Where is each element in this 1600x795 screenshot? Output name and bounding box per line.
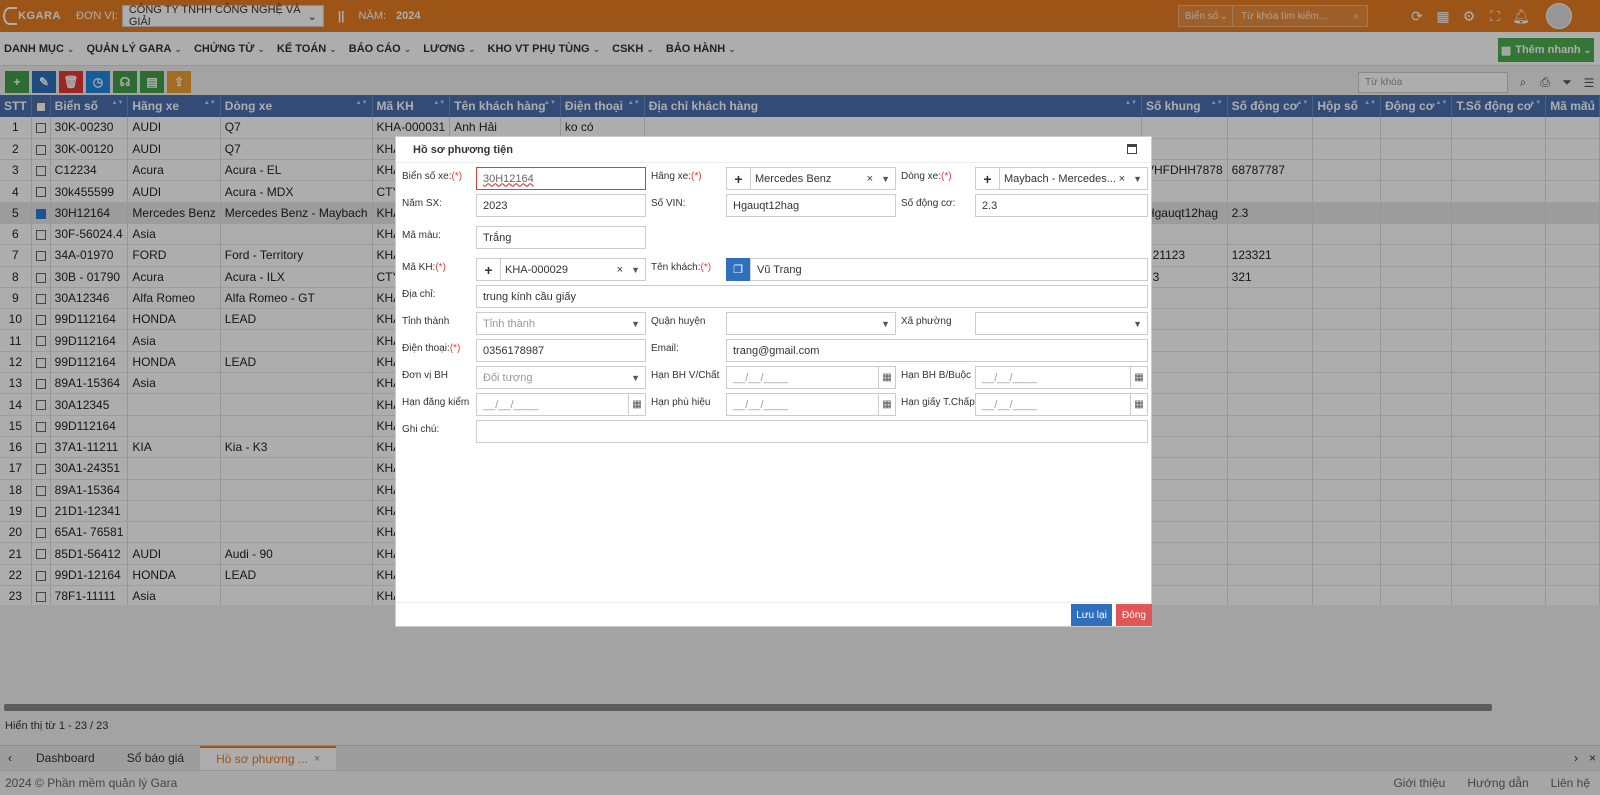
ins-voluntary-date[interactable]: __/__/____ ▦ xyxy=(726,366,896,389)
calendar-icon[interactable]: ▦ xyxy=(628,394,645,415)
label-address: Địa chỉ: xyxy=(402,289,436,300)
vin-input[interactable]: Hgauqt12hag xyxy=(726,194,896,217)
label-engine-no: Số động cơ: xyxy=(901,198,956,209)
color-input[interactable]: Trắng xyxy=(476,226,646,249)
chevron-down-icon: ▼ xyxy=(631,318,640,329)
label-color: Mã màu: xyxy=(402,230,441,241)
label-customer-code: Mã KH:(*) xyxy=(402,262,446,273)
badge-date[interactable]: __/__/____ ▦ xyxy=(726,393,896,416)
vehicle-profile-dialog: Hồ sơ phương tiện Biển số xe:(*) 30H1216… xyxy=(395,136,1152,627)
customer-code-select[interactable]: + KHA-000029 × ▼ xyxy=(476,258,646,281)
plate-input[interactable]: 30H12164 xyxy=(476,167,646,190)
label-inspection: Hạn đăng kiểm xyxy=(402,397,470,408)
label-plate: Biển số xe:(*) xyxy=(402,171,463,182)
chevron-down-icon: ▼ xyxy=(881,318,890,329)
label-ins-voluntary: Hạn BH V/Chất xyxy=(651,370,720,381)
label-ward: Xã phường xyxy=(901,316,952,327)
ins-mandatory-date[interactable]: __/__/____ ▦ xyxy=(975,366,1148,389)
customer-name-input[interactable]: Vũ Trang xyxy=(750,258,1148,281)
ward-select[interactable]: ▼ xyxy=(975,312,1148,335)
province-select[interactable]: Tỉnh thành ▼ xyxy=(476,312,646,335)
copy-icon: ❐ xyxy=(733,264,743,276)
save-button[interactable]: Lưu lại xyxy=(1071,604,1112,626)
brand-select[interactable]: + Mercedes Benz × ▼ xyxy=(726,167,896,190)
maximize-icon[interactable] xyxy=(1127,144,1137,154)
close-button[interactable]: Đóng xyxy=(1116,604,1152,626)
label-email: Email: xyxy=(651,343,679,354)
label-vin: Số VIN: xyxy=(651,198,686,209)
calendar-icon[interactable]: ▦ xyxy=(878,367,895,388)
chevron-down-icon: ▼ xyxy=(631,264,640,275)
year-input[interactable]: 2023 xyxy=(476,194,646,217)
chevron-down-icon: ▼ xyxy=(631,372,640,383)
label-model: Dòng xe:(*) xyxy=(901,171,952,182)
label-mortgage: Hạn giấy T.Chấp xyxy=(901,397,975,408)
label-badge: Hạn phù hiệu xyxy=(651,397,711,408)
label-ins-mandatory: Hạn BH B/Buộc xyxy=(901,370,972,381)
label-insurer: Đơn vị BH xyxy=(402,370,449,381)
label-notes: Ghi chú: xyxy=(402,424,440,435)
inspection-date[interactable]: __/__/____ ▦ xyxy=(476,393,646,416)
calendar-icon[interactable]: ▦ xyxy=(1130,394,1147,415)
label-year: Năm SX: xyxy=(402,198,443,209)
email-input[interactable]: trang@gmail.com xyxy=(726,339,1148,362)
phone-input[interactable]: 0356178987 xyxy=(476,339,646,362)
notes-input[interactable] xyxy=(476,420,1148,443)
add-brand-icon[interactable]: + xyxy=(727,168,751,189)
label-phone: Điện thoại:(*) xyxy=(402,343,461,354)
add-customer-icon[interactable]: + xyxy=(477,259,501,280)
label-customer-name: Tên khách:(*) xyxy=(651,262,712,273)
engine-no-input[interactable]: 2.3 xyxy=(975,194,1148,217)
chevron-down-icon: ▼ xyxy=(1133,318,1142,329)
calendar-icon[interactable]: ▦ xyxy=(878,394,895,415)
clear-icon[interactable]: × xyxy=(1119,173,1125,185)
clear-icon[interactable]: × xyxy=(867,173,873,185)
address-input[interactable]: trung kính cầu giấy xyxy=(476,285,1148,308)
chevron-down-icon: ▼ xyxy=(881,173,890,184)
label-district: Quận huyện xyxy=(651,316,706,327)
insurer-select[interactable]: Đối tượng ▼ xyxy=(476,366,646,389)
model-select[interactable]: + Maybach - Mercedes... × ▼ xyxy=(975,167,1148,190)
label-province: Tỉnh thành xyxy=(402,316,450,327)
clear-icon[interactable]: × xyxy=(617,264,623,276)
mortgage-date[interactable]: __/__/____ ▦ xyxy=(975,393,1148,416)
dialog-title: Hồ sơ phương tiện xyxy=(413,144,513,156)
copy-customer-button[interactable]: ❐ xyxy=(726,258,750,281)
add-model-icon[interactable]: + xyxy=(976,168,1000,189)
calendar-icon[interactable]: ▦ xyxy=(1130,367,1147,388)
label-brand: Hãng xe:(*) xyxy=(651,171,702,182)
district-select[interactable]: ▼ xyxy=(726,312,896,335)
chevron-down-icon: ▼ xyxy=(1133,173,1142,184)
